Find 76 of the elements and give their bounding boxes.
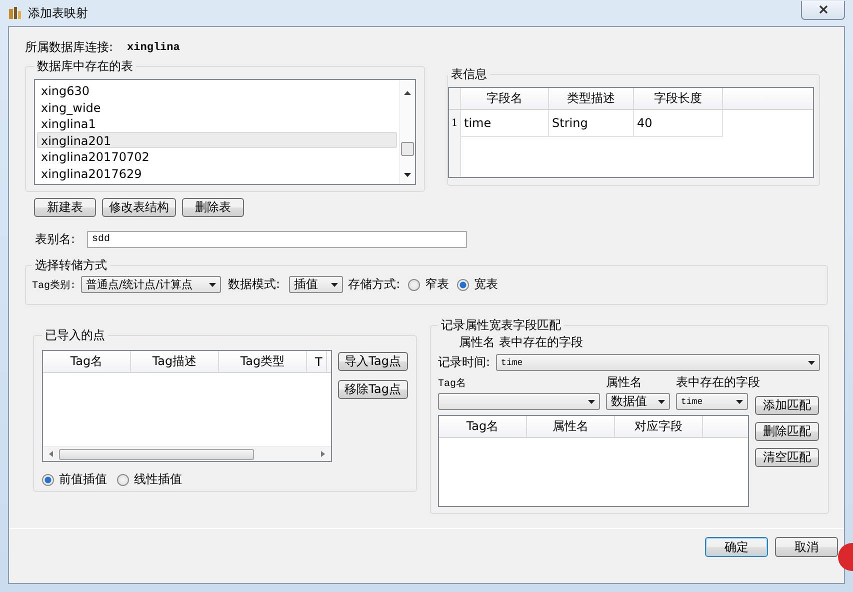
scroll-thumb[interactable] bbox=[59, 448, 254, 460]
column-header: Tag名 bbox=[439, 416, 527, 437]
match-action-button[interactable]: 清空匹配 bbox=[755, 448, 819, 467]
table-action-button[interactable]: 新建表 bbox=[34, 198, 96, 217]
column-header: Tag类型 bbox=[219, 351, 307, 372]
attribute-label: 属性名 bbox=[606, 374, 643, 391]
table-list[interactable]: xing630 xing_wide xinglina1 xinglina201 xinglina20170702 xinglina2017629 bbox=[34, 79, 416, 185]
table-cell: 40 bbox=[634, 110, 723, 137]
field-select[interactable]: time bbox=[676, 393, 748, 410]
list-item[interactable]: xinglina1 bbox=[37, 115, 397, 132]
caret-icon bbox=[331, 282, 338, 286]
tag-action-button[interactable]: 导入Tag点 bbox=[338, 352, 408, 371]
scroll-right-icon[interactable] bbox=[320, 451, 325, 457]
alias-input[interactable]: sdd bbox=[87, 231, 468, 248]
group-title: 表信息 bbox=[450, 66, 488, 83]
scrollbar[interactable] bbox=[399, 80, 415, 184]
table-action-button[interactable]: 删除表 bbox=[182, 198, 244, 217]
storage-mode-radio[interactable]: 宽表 bbox=[457, 276, 498, 293]
table-cell: time bbox=[461, 110, 549, 137]
scroll-left-icon[interactable] bbox=[49, 451, 53, 457]
caret-icon bbox=[736, 400, 743, 404]
list-item[interactable]: xing630 bbox=[37, 82, 397, 98]
scroll-thumb[interactable] bbox=[401, 142, 414, 156]
list-item[interactable]: xinglina201 bbox=[37, 132, 397, 148]
caret-icon bbox=[209, 282, 216, 286]
dialog-button[interactable]: 取消 bbox=[775, 537, 838, 557]
column-header: T bbox=[307, 351, 327, 372]
close-button[interactable] bbox=[801, 0, 845, 20]
record-time-label: 记录时间: bbox=[438, 354, 490, 371]
record-time-select[interactable]: time bbox=[496, 354, 820, 371]
tag-name-select[interactable] bbox=[438, 393, 600, 410]
window-title: 添加表映射 bbox=[28, 4, 88, 22]
caret-icon bbox=[658, 400, 665, 404]
connection-label: 所属数据库连接: bbox=[25, 39, 114, 56]
group-title: 已导入的点 bbox=[44, 327, 106, 344]
group-title: 数据库中存在的表 bbox=[36, 58, 134, 75]
column-header: 类型描述 bbox=[549, 88, 634, 109]
column-header: 属性名 bbox=[527, 416, 615, 437]
storage-mode-label: 存储方式: bbox=[348, 276, 400, 293]
tag-action-button[interactable]: 移除Tag点 bbox=[338, 380, 408, 399]
alias-label: 表别名: bbox=[35, 231, 76, 248]
horizontal-scrollbar[interactable] bbox=[43, 446, 331, 461]
close-icon bbox=[818, 5, 828, 14]
table-action-button[interactable]: 修改表结构 bbox=[102, 198, 176, 217]
column-header: Tag描述 bbox=[131, 351, 219, 372]
row-number: 1 bbox=[449, 110, 461, 137]
data-mode-label: 数据模式: bbox=[228, 276, 280, 293]
scroll-down-icon bbox=[404, 173, 411, 177]
storage-mode-radio[interactable]: 窄表 bbox=[408, 276, 450, 293]
column-header: 对应字段 bbox=[615, 416, 703, 437]
tag-name-label: Tag名 bbox=[438, 377, 468, 390]
dialog-button[interactable]: 确定 bbox=[705, 537, 768, 557]
list-item[interactable]: xinglina20170702 bbox=[37, 148, 397, 164]
data-mode-select[interactable]: 插值 bbox=[289, 276, 344, 293]
interpolation-radio[interactable]: 前值插值 bbox=[42, 471, 107, 488]
caret-icon bbox=[588, 400, 595, 404]
connection-value: xinglina bbox=[127, 42, 180, 54]
column-header: Tag名 bbox=[43, 351, 131, 372]
match-action-button[interactable]: 删除匹配 bbox=[755, 422, 819, 441]
scroll-up-icon bbox=[404, 91, 411, 95]
column-header: 字段长度 bbox=[634, 88, 723, 109]
list-item[interactable]: xinglina2017629 bbox=[37, 164, 397, 181]
caret-icon bbox=[808, 360, 815, 364]
list-item[interactable]: xing_wide bbox=[37, 98, 397, 115]
field-label: 表中存在的字段 bbox=[676, 374, 760, 391]
match-action-button[interactable]: 添加匹配 bbox=[755, 396, 819, 415]
tag-type-label: Tag类别: bbox=[32, 278, 76, 292]
table-cell: String bbox=[549, 110, 634, 137]
matching-header: 属性名 表中存在的字段 bbox=[459, 335, 583, 349]
interpolation-radio[interactable]: 线性插值 bbox=[117, 471, 182, 488]
app-icon bbox=[8, 6, 22, 20]
tag-type-select[interactable]: 普通点/统计点/计算点 bbox=[81, 276, 222, 293]
column-header: 字段名 bbox=[461, 88, 549, 109]
group-title: 记录属性宽表字段匹配 bbox=[440, 317, 562, 334]
group-title: 选择转储方式 bbox=[34, 257, 108, 274]
attribute-select[interactable]: 数据值 bbox=[606, 393, 670, 410]
